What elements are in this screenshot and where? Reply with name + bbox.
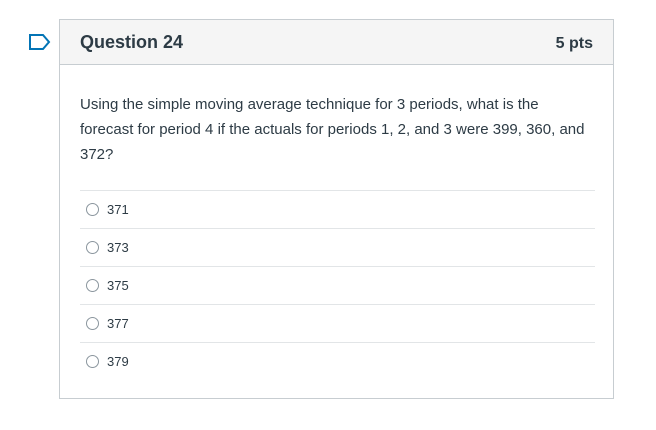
answer-option[interactable]: 375 [80,266,595,304]
question-header: Question 24 5 pts [60,20,613,65]
radio-button[interactable] [86,355,99,368]
radio-button[interactable] [86,203,99,216]
answer-label: 375 [107,278,129,293]
radio-button[interactable] [86,317,99,330]
question-text: Using the simple moving average techniqu… [80,96,585,163]
radio-button[interactable] [86,241,99,254]
flag-question-icon[interactable] [28,33,52,51]
question-card: Question 24 5 pts Using the simple movin… [59,19,614,399]
answer-label: 371 [107,202,129,217]
answer-option[interactable]: 373 [80,228,595,266]
answer-list: 371 373 375 377 379 [80,190,595,380]
answer-option[interactable]: 371 [80,190,595,228]
answer-option[interactable]: 377 [80,304,595,342]
answer-label: 373 [107,240,129,255]
radio-button[interactable] [86,279,99,292]
answer-label: 379 [107,354,129,369]
answer-label: 377 [107,316,129,331]
question-points: 5 pts [555,34,593,52]
question-title: Question 24 [80,31,184,52]
answer-option[interactable]: 379 [80,342,595,380]
